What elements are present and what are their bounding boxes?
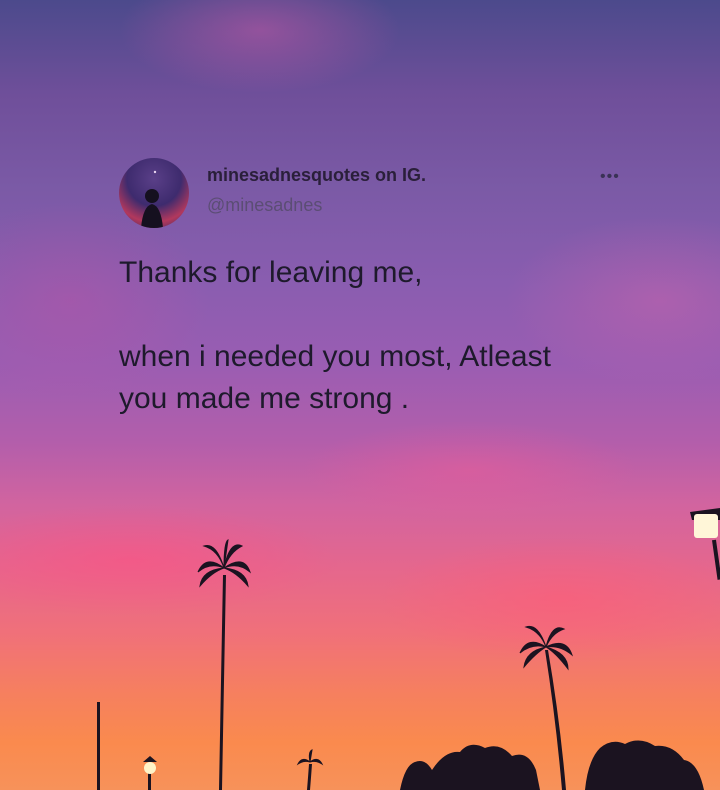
quote-text: Thanks for leaving me, when i needed you… — [119, 252, 659, 420]
quote-line-3: you made me strong . — [119, 382, 410, 415]
quote-line-2: when i needed you most, Atleast — [119, 340, 551, 373]
user-handle[interactable]: @minesadnes — [207, 195, 322, 216]
more-dots-icon[interactable]: ••• — [600, 169, 624, 185]
profile-avatar[interactable] — [119, 158, 189, 228]
display-name[interactable]: minesadnesquotes on IG. — [207, 165, 426, 186]
quote-post: minesadnesquotes on IG. @minesadnes ••• … — [0, 0, 720, 790]
quote-line-1: Thanks for leaving me, — [119, 256, 423, 289]
avatar-silhouette-icon — [141, 170, 163, 228]
